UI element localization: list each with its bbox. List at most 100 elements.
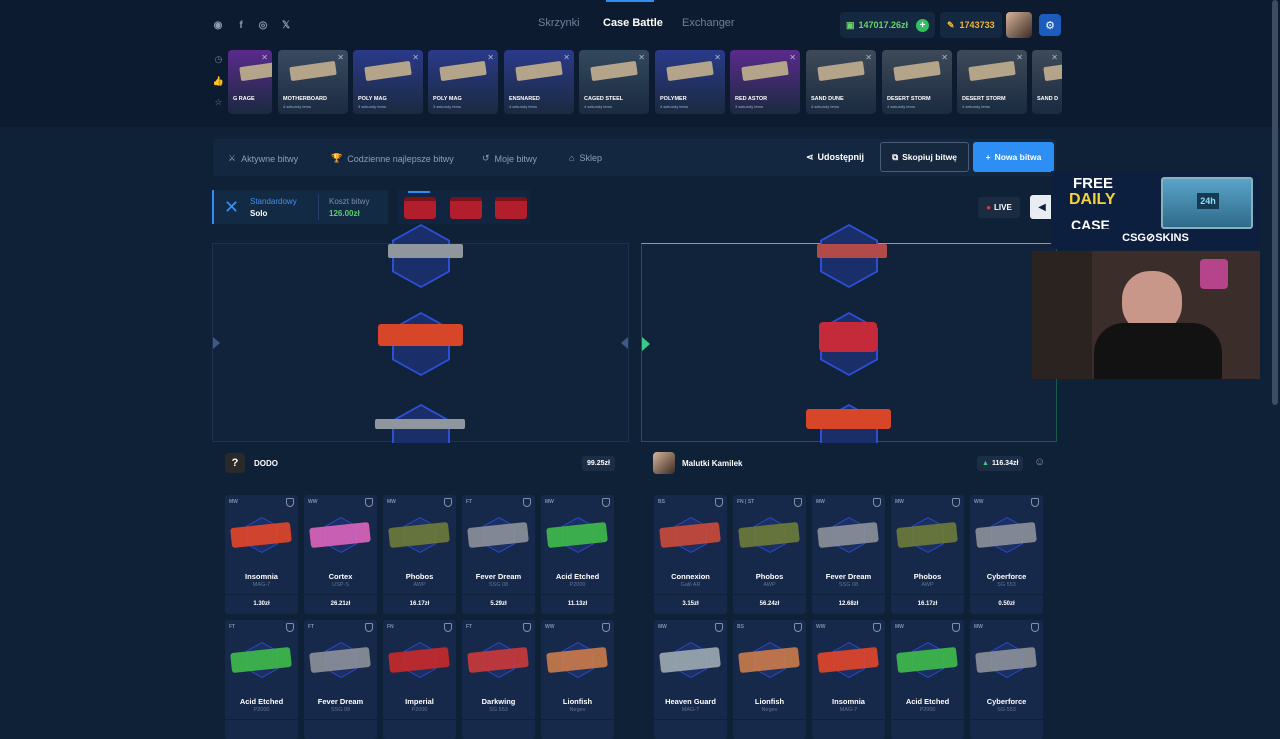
item-card[interactable]: MW Cyberforce SG 553 xyxy=(970,620,1043,739)
drop-name: CAGED STEEL xyxy=(584,96,624,102)
player-name[interactable]: Malutki Kamilek xyxy=(682,459,742,468)
item-card[interactable]: WW Lionfish Negev xyxy=(541,620,614,739)
player-name[interactable]: DODO xyxy=(254,459,278,468)
item-card[interactable]: FT Darkwing SG 553 xyxy=(462,620,535,739)
shield-icon[interactable] xyxy=(715,623,723,632)
recent-drop-card[interactable]: ✕ POLYMER 4 sekundy temu xyxy=(655,50,725,114)
close-icon[interactable]: ✕ xyxy=(563,53,570,62)
weapon-image xyxy=(388,521,450,549)
recent-drop-card[interactable]: ✕ MOTHERBOARD 4 sekundy temu xyxy=(278,50,348,114)
avatar[interactable] xyxy=(653,452,675,474)
close-icon[interactable]: ✕ xyxy=(789,53,796,62)
shield-icon[interactable] xyxy=(365,498,373,507)
shield-icon[interactable] xyxy=(873,498,881,507)
facebook-icon[interactable]: f xyxy=(233,17,249,33)
recent-drop-card[interactable]: ✕ DESERT STORM 4 sekundy temu xyxy=(882,50,952,114)
item-card[interactable]: BS Lionfish Negev xyxy=(733,620,806,739)
avatar[interactable] xyxy=(1006,12,1032,38)
smiley-icon[interactable]: ☺ xyxy=(1034,456,1045,468)
item-card[interactable]: FN | ST Phobos AWP 56.24zł xyxy=(733,495,806,614)
recent-drop-card[interactable]: ✕ CAGED STEEL 4 sekundy temu xyxy=(579,50,649,114)
close-icon[interactable]: ✕ xyxy=(1016,53,1023,62)
recent-drop-card[interactable]: ✕ G RAGE xyxy=(228,50,272,114)
item-card[interactable]: FT Acid Etched P2000 xyxy=(225,620,298,739)
copy-battle-button[interactable]: ⧉ Skopiuj bitwę xyxy=(880,142,969,172)
tab-my-battles[interactable]: ↺ Moje bitwy xyxy=(482,153,537,164)
item-card[interactable]: FT Fever Dream SSG 08 5.29zł xyxy=(462,495,535,614)
recent-drop-card[interactable]: ✕ SAND DUNE 4 sekundy temu xyxy=(806,50,876,114)
x-icon[interactable]: 𝕏 xyxy=(278,17,294,33)
recent-drop-card[interactable]: ✕ POLY MAG 3 sekundy temu xyxy=(428,50,498,114)
item-card[interactable]: MW Acid Etched P2000 xyxy=(891,620,964,739)
shield-icon[interactable] xyxy=(715,498,723,507)
discord-icon[interactable]: ◉ xyxy=(210,17,226,33)
star-icon[interactable]: ☆ xyxy=(212,97,225,110)
promo-banner[interactable]: FREE DAILY CASE 24h CSG⊘SKINS xyxy=(1051,171,1260,249)
close-icon[interactable]: ✕ xyxy=(638,53,645,62)
item-card[interactable]: MW Heaven Guard MAG-7 xyxy=(654,620,727,739)
close-icon[interactable]: ✕ xyxy=(337,53,344,62)
shield-icon[interactable] xyxy=(286,623,294,632)
close-icon[interactable]: ✕ xyxy=(714,53,721,62)
item-card[interactable]: MW Phobos AWP 16.17zł xyxy=(891,495,964,614)
coins-pill[interactable]: ✎ 1743733 xyxy=(940,12,1002,38)
share-button[interactable]: ⋖ Udostępnij xyxy=(806,152,864,163)
shield-icon[interactable] xyxy=(794,623,802,632)
new-battle-button[interactable]: + Nowa bitwa xyxy=(973,142,1054,172)
close-icon[interactable]: ✕ xyxy=(865,53,872,62)
shield-icon[interactable] xyxy=(952,498,960,507)
shield-icon[interactable] xyxy=(602,498,610,507)
instagram-icon[interactable]: ◎ xyxy=(255,17,271,33)
shield-icon[interactable] xyxy=(873,623,881,632)
tab-active-battles[interactable]: ⚔ Aktywne bitwy xyxy=(228,153,298,164)
live-button[interactable]: ● LIVE xyxy=(978,197,1020,218)
case-icon[interactable] xyxy=(404,197,436,219)
close-icon[interactable]: ✕ xyxy=(941,53,948,62)
shield-icon[interactable] xyxy=(365,623,373,632)
recent-drop-card[interactable]: ✕ SAND D xyxy=(1032,50,1062,114)
close-icon[interactable]: ✕ xyxy=(487,53,494,62)
item-card[interactable]: FN Imperial P2000 xyxy=(383,620,456,739)
item-card[interactable]: MW Insomnia MAG-7 1.30zł xyxy=(225,495,298,614)
item-card[interactable]: WW Insomnia MAG-7 xyxy=(812,620,885,739)
shield-icon[interactable] xyxy=(444,623,452,632)
recent-drop-card[interactable]: ✕ DESERT STORM 4 sekundy temu xyxy=(957,50,1027,114)
shield-icon[interactable] xyxy=(602,623,610,632)
item-card[interactable]: MW Phobos AWP 16.17zł xyxy=(383,495,456,614)
shield-icon[interactable] xyxy=(444,498,452,507)
nav-skrzynki[interactable]: Skrzynki xyxy=(538,17,580,29)
recent-drop-card[interactable]: ✕ ENSNARED 4 sekundy temu xyxy=(504,50,574,114)
case-icon[interactable] xyxy=(450,197,482,219)
item-card[interactable]: WW Cyberforce SG 553 0.50zł xyxy=(970,495,1043,614)
nav-exchanger[interactable]: Exchanger xyxy=(682,17,735,29)
item-card[interactable]: MW Fever Dream SSG 08 12.68zł xyxy=(812,495,885,614)
nav-case-battle[interactable]: Case Battle xyxy=(603,17,663,29)
case-icon[interactable] xyxy=(495,197,527,219)
shield-icon[interactable] xyxy=(1031,498,1039,507)
shield-icon[interactable] xyxy=(523,498,531,507)
close-icon[interactable]: ✕ xyxy=(1051,53,1058,62)
item-weapon: SG 553 xyxy=(489,707,508,713)
recent-drop-card[interactable]: ✕ RED ASTOR 3 sekundy temu xyxy=(730,50,800,114)
recent-drop-card[interactable]: ✕ POLY MAG 3 sekundy temu xyxy=(353,50,423,114)
shield-icon[interactable] xyxy=(794,498,802,507)
item-card[interactable]: BS Connexion Galil AR 3.15zł xyxy=(654,495,727,614)
tab-daily-best[interactable]: 🏆 Codzienne najlepsze bitwy xyxy=(331,153,454,164)
close-icon[interactable]: ✕ xyxy=(261,53,268,62)
settings-gear-icon[interactable]: ⚙ xyxy=(1039,14,1061,36)
tab-shop[interactable]: ⌂ Sklep xyxy=(569,153,602,163)
clock-icon[interactable]: ◷ xyxy=(212,54,225,67)
shield-icon[interactable] xyxy=(523,623,531,632)
scrollbar[interactable] xyxy=(1272,0,1278,405)
shield-icon[interactable] xyxy=(1031,623,1039,632)
unknown-avatar-icon[interactable]: ? xyxy=(225,453,245,473)
balance-pill[interactable]: ▣ 147017.26zł + xyxy=(840,12,935,38)
shield-icon[interactable] xyxy=(952,623,960,632)
add-balance-icon[interactable]: + xyxy=(916,18,930,32)
thumbs-up-icon[interactable]: 👍 xyxy=(212,76,225,89)
close-icon[interactable]: ✕ xyxy=(412,53,419,62)
item-card[interactable]: FT Fever Dream SSG 08 xyxy=(304,620,377,739)
item-card[interactable]: MW Acid Etched P2000 11.13zł xyxy=(541,495,614,614)
shield-icon[interactable] xyxy=(286,498,294,507)
item-card[interactable]: WW Cortex USP-S 26.21zł xyxy=(304,495,377,614)
